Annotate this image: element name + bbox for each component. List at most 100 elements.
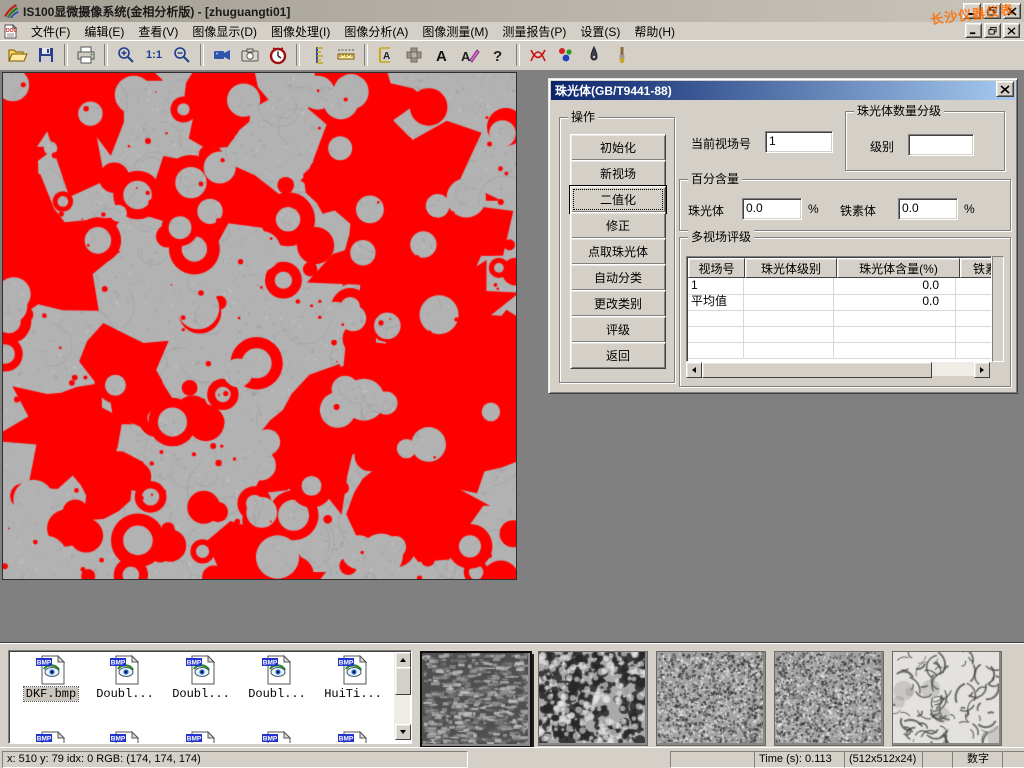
scroll-up-button[interactable] [395,652,411,668]
mdi-restore-button[interactable] [984,23,1001,38]
pen-button[interactable] [581,43,607,67]
file-item[interactable]: BMP [241,731,313,744]
status-bar: x: 510 y: 79 idx: 0 RGB: (174, 174, 174)… [0,747,1024,768]
level-input[interactable] [908,134,974,156]
minimize-button[interactable] [963,3,981,19]
file-item[interactable]: BMP [165,731,237,744]
menu-image-analysis[interactable]: 图像分析(A) [337,22,415,41]
menu-edit[interactable]: 编辑(E) [77,22,131,41]
col-field-number[interactable]: 视场号 [688,258,745,278]
zoom-in-button[interactable] [113,43,139,67]
bmp-file-icon: BMP [260,731,294,744]
file-item[interactable]: BMP Doubl... [89,655,161,701]
file-list-scrollbar[interactable] [394,652,410,740]
dialog-close-button[interactable] [996,81,1014,97]
col-ferrite[interactable]: 铁素体 [960,258,992,278]
multi-field-table[interactable]: 视场号 珠光体级别 珠光体含量(%) 铁素体 1 0.0 平均值 [686,256,992,362]
text-button[interactable]: A [429,43,455,67]
print-button[interactable] [73,43,99,67]
col-pearlite-grade[interactable]: 珠光体级别 [745,258,837,278]
toolbar: 1:1 [0,40,1024,71]
pick-pearlite-button[interactable]: 点取珠光体 [570,238,666,265]
auto-classify-button[interactable]: 自动分类 [570,264,666,291]
table-row[interactable] [688,310,992,327]
menu-image-measure[interactable]: 图像测量(M) [415,22,495,41]
scroll-down-button[interactable] [395,724,411,740]
pattern-grid-icon [404,45,424,65]
file-item[interactable]: BMP [89,731,161,744]
close-button[interactable] [1003,3,1021,19]
svg-text:DOC: DOC [6,28,18,34]
brush-button[interactable] [609,43,635,67]
table-hscrollbar[interactable] [686,362,990,376]
scroll-left-button[interactable] [686,362,702,378]
ferrite-percent-input[interactable]: 0.0 [898,198,958,220]
initialize-button[interactable]: 初始化 [570,134,666,161]
open-button[interactable] [5,43,31,67]
file-list[interactable]: BMP DKF.bmp BMP Doubl... [8,650,412,744]
menu-file[interactable]: 文件(F) [24,22,77,41]
menu-report[interactable]: 测量报告(P) [495,22,573,41]
svg-text:A: A [436,48,447,65]
caliper-button[interactable] [305,43,331,67]
save-button[interactable] [33,43,59,67]
file-item[interactable]: BMP [317,731,389,744]
col-pearlite-content[interactable]: 珠光体含量(%) [837,258,960,278]
phase-particles-button[interactable] [553,43,579,67]
curve-measure-button[interactable] [525,43,551,67]
table-row[interactable] [688,342,992,359]
snapshot-button[interactable] [237,43,263,67]
return-button[interactable]: 返回 [570,342,666,369]
restore-button[interactable] [983,3,1001,19]
micrograph-image[interactable] [3,73,516,579]
annotate-button[interactable]: A [457,43,483,67]
thumbnail-3[interactable] [656,651,766,746]
thumbnail-2[interactable] [538,651,648,746]
pearlite-percent-sign: % [808,202,819,216]
menu-image-process[interactable]: 图像处理(I) [264,22,337,41]
phase-particles-icon [556,45,576,65]
thumbnail-4[interactable] [774,651,884,746]
menu-view[interactable]: 查看(V) [131,22,185,41]
svg-text:BMP: BMP [187,660,202,667]
file-item[interactable]: BMP HuiTi... [317,655,389,701]
svg-text:?: ? [493,48,502,65]
file-item[interactable]: BMP DKF.bmp [15,655,87,701]
mdi-close-button[interactable] [1003,23,1020,38]
rate-button[interactable]: 评级 [570,316,666,343]
pattern-grid-button[interactable] [401,43,427,67]
mdi-minimize-button[interactable] [965,23,982,38]
menu-help[interactable]: 帮助(H) [627,22,682,41]
new-field-button[interactable]: 新视场 [570,160,666,187]
grading-group: 珠光体数量分级 级别 [845,111,1005,171]
actual-size-button[interactable]: 1:1 [141,43,167,67]
thumbnail-1[interactable] [420,651,532,748]
dialog-title-bar[interactable]: 珠光体(GB/T9441-88) [551,81,1015,100]
file-item[interactable]: BMP Doubl... [165,655,237,701]
scroll-right-button[interactable] [974,362,990,378]
correct-button[interactable]: 修正 [570,212,666,239]
timer-button[interactable] [265,43,291,67]
ruler-button[interactable] [333,43,359,67]
table-row[interactable]: 平均值 0.0 [688,294,992,311]
current-field-input[interactable]: 1 [765,131,833,153]
menu-image-display[interactable]: 图像显示(D) [185,22,264,41]
zoom-out-button[interactable] [169,43,195,67]
hscroll-thumb[interactable] [702,362,932,378]
table-row[interactable]: 1 0.0 [688,278,992,295]
file-name: Doubl... [94,687,156,701]
table-row[interactable] [688,326,992,343]
pearlite-percent-input[interactable]: 0.0 [742,198,802,220]
svg-text:BMP: BMP [339,660,354,667]
help-button[interactable]: ? [485,43,511,67]
measure-text-button[interactable]: A [373,43,399,67]
video-camera-button[interactable] [209,43,235,67]
file-item[interactable]: BMP Doubl... [241,655,313,701]
binarize-button[interactable]: 二值化 [570,186,666,213]
file-item[interactable]: BMP [15,731,87,744]
document-icon[interactable]: DOC [3,24,18,39]
thumbnail-5[interactable] [892,651,1002,746]
change-class-button[interactable]: 更改类别 [570,290,666,317]
menu-settings[interactable]: 设置(S) [573,22,627,41]
vscroll-thumb[interactable] [395,667,411,695]
